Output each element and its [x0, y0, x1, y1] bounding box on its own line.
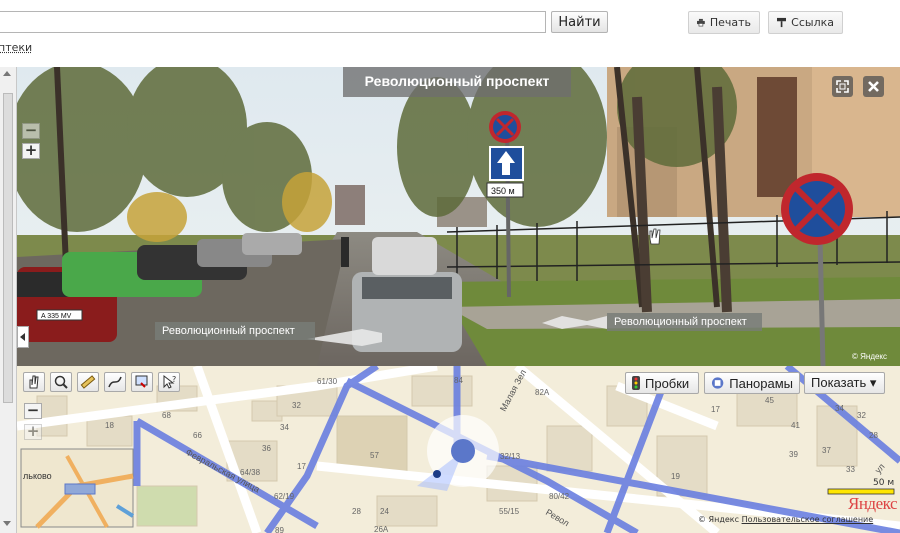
print-label: Печать: [709, 16, 751, 29]
panorama-title: Революционный проспект: [343, 67, 571, 97]
house-number: 80/42: [549, 492, 570, 501]
map-pan-tool[interactable]: [23, 372, 45, 392]
house-number: 28: [869, 431, 878, 440]
map-ruler-tool[interactable]: [77, 372, 99, 392]
pano-left-arrow-button[interactable]: [17, 326, 29, 348]
traffic-button[interactable]: Пробки: [625, 372, 699, 394]
map-zoom-area-tool[interactable]: [50, 372, 72, 392]
map-zoom-out-button[interactable]: −: [24, 403, 42, 419]
house-number: 37: [822, 446, 831, 455]
house-number: 34: [280, 423, 289, 432]
panorama-image[interactable]: A 335 MV 350 м © Яндекс: [17, 67, 900, 366]
house-number: 55/15: [499, 507, 520, 516]
find-button[interactable]: Найти: [551, 11, 608, 33]
map-scale-label: 50 м: [873, 478, 895, 488]
fullscreen-icon: [836, 80, 849, 93]
pin-icon: [777, 17, 787, 28]
map-zoom-in-button[interactable]: +: [24, 424, 42, 440]
traffic-light-icon: [632, 376, 640, 390]
house-number: 39: [789, 450, 798, 459]
house-number: 89: [275, 526, 284, 533]
house-number: 17: [711, 405, 720, 414]
link-label: Ссылка: [791, 16, 834, 29]
show-layers-dropdown[interactable]: Показать ▾: [804, 372, 885, 394]
house-number: 33: [846, 465, 855, 474]
fullscreen-button[interactable]: [832, 76, 853, 97]
house-number: 19: [671, 472, 680, 481]
panorama-icon: [711, 377, 724, 389]
yandex-logo: Яндекс: [848, 494, 898, 513]
scroll-thumb[interactable]: [3, 93, 13, 403]
street-label-right: Революционный проспект: [607, 313, 762, 331]
house-number: 84: [454, 376, 463, 385]
copyright-text: © Яндекс: [698, 515, 740, 524]
house-number: 36: [262, 444, 271, 453]
magnifier-icon: [54, 375, 68, 389]
hand-icon: [29, 375, 39, 389]
street-label-left: Революционный проспект: [155, 322, 315, 340]
house-number: 24: [380, 507, 389, 516]
house-number: 57: [370, 451, 379, 460]
house-number: 32: [292, 401, 301, 410]
house-number: 18: [105, 421, 114, 430]
license-plate: A 335 MV: [41, 313, 72, 320]
house-number: 41: [791, 421, 800, 430]
left-panel-scroll[interactable]: [0, 67, 17, 533]
pano-zoom-out-button[interactable]: −: [22, 123, 40, 139]
house-number: 26A: [374, 525, 389, 533]
printer-icon: [697, 18, 705, 27]
house-number: 17: [297, 462, 306, 471]
user-agreement-link[interactable]: Пользовательское соглашение: [742, 515, 874, 524]
search-input[interactable]: [0, 11, 546, 33]
print-button[interactable]: Печать: [688, 11, 760, 34]
hand-cursor-icon: [649, 228, 661, 245]
breadcrumb-link[interactable]: птеки: [0, 41, 32, 54]
route-icon: [108, 376, 122, 388]
house-number: 68: [162, 411, 171, 420]
show-label: Показать ▾: [811, 375, 877, 390]
arrow-left-icon: [20, 333, 25, 341]
map-copyright: © Яндекс Пользовательское соглашение: [698, 515, 873, 524]
pano-zoom-in-button[interactable]: +: [22, 143, 40, 159]
link-button[interactable]: Ссылка: [768, 11, 843, 34]
cursor-question-icon: ?: [163, 374, 176, 389]
house-number: 66: [193, 431, 202, 440]
scroll-down-icon[interactable]: [3, 521, 11, 526]
house-number: 61/30: [317, 377, 338, 386]
layers-icon: [135, 375, 148, 388]
panoramas-label: Панорамы: [729, 375, 793, 391]
minimap-place-label: льково: [23, 471, 52, 481]
house-number: 32/13: [500, 452, 521, 461]
house-number: 34: [835, 404, 844, 413]
map-info-tool[interactable]: ?: [158, 372, 180, 392]
sign-distance-plate: 350 м: [491, 186, 515, 196]
traffic-label: Пробки: [645, 375, 690, 391]
house-number: 32: [857, 411, 866, 420]
panoramas-button[interactable]: Панорамы: [704, 372, 800, 394]
house-number: 62/19: [274, 492, 295, 501]
map-route-tool[interactable]: [104, 372, 126, 392]
map-layers-tool[interactable]: [131, 372, 153, 392]
ruler-icon: [80, 375, 96, 389]
scroll-up-icon[interactable]: [3, 71, 11, 76]
close-icon: [868, 81, 879, 92]
house-number: 82A: [535, 388, 550, 397]
close-panorama-button[interactable]: [863, 76, 884, 97]
house-number: 28: [352, 507, 361, 516]
street-panorama[interactable]: A 335 MV 350 м © Яндекс: [17, 67, 900, 366]
house-number: 45: [765, 396, 774, 405]
panorama-watermark: © Яндекс: [852, 352, 887, 361]
svg-text:?: ?: [172, 375, 176, 384]
